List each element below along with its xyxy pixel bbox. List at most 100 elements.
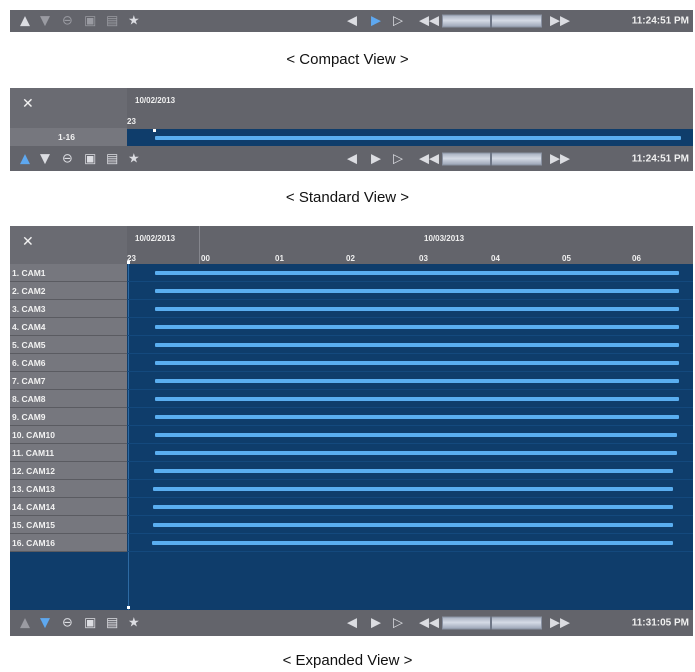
camera-row-track[interactable] (127, 534, 693, 552)
recording-bar[interactable] (155, 136, 681, 140)
recording-bar[interactable] (155, 433, 677, 437)
recording-bar[interactable] (155, 343, 679, 347)
camera-row-track[interactable] (127, 444, 693, 462)
up-arrow-icon[interactable]: ▲ (20, 617, 30, 630)
camera-row-label[interactable]: 7. CAM7 (10, 372, 127, 390)
down-arrow-icon[interactable]: ▼ (40, 617, 50, 630)
camera-row-track[interactable] (127, 426, 693, 444)
camera-row-label[interactable]: 9. CAM9 (10, 408, 127, 426)
star-icon[interactable]: ★ (128, 152, 140, 165)
recording-bar[interactable] (155, 451, 677, 455)
play-icon[interactable]: ▶ (371, 617, 381, 630)
up-arrow-icon[interactable]: ▲ (20, 15, 30, 28)
step-forward-icon[interactable]: ▷ (393, 152, 403, 165)
zoom-out-icon[interactable]: ⊖ (62, 15, 73, 28)
camera-row-label[interactable]: 12. CAM12 (10, 462, 127, 480)
camera-row-label[interactable]: 15. CAM15 (10, 516, 127, 534)
rewind-step-icon[interactable]: ◀ (347, 152, 357, 165)
star-icon[interactable]: ★ (128, 15, 140, 28)
compact-control-bar: ▲ ▼ ⊖ ▣ ▤ ★ ◀ ▶ ▷ ◀◀ ▶▶ 11:24:51 PM (10, 10, 693, 32)
camera-row-track[interactable] (127, 318, 693, 336)
rewind-step-icon[interactable]: ◀ (347, 617, 357, 630)
down-arrow-icon[interactable]: ▼ (40, 15, 50, 28)
rewind-step-icon[interactable]: ◀ (347, 15, 357, 28)
slider-thumb[interactable] (490, 152, 492, 165)
recording-bar[interactable] (155, 397, 679, 401)
expanded-view-caption: < Expanded View > (282, 652, 413, 669)
camera-row-label[interactable]: 13. CAM13 (10, 480, 127, 498)
camera-row-label[interactable]: 2. CAM2 (10, 282, 127, 300)
bookmark-list-icon[interactable]: ▤ (106, 152, 118, 165)
camera-row-label[interactable]: 4. CAM4 (10, 318, 127, 336)
standard-view-caption: < Standard View > (285, 189, 410, 206)
camera-row-track[interactable] (127, 462, 693, 480)
fast-rewind-icon[interactable]: ◀◀ (419, 15, 439, 28)
recording-bar[interactable] (155, 307, 679, 311)
fast-forward-icon[interactable]: ▶▶ (550, 15, 570, 28)
down-arrow-icon[interactable]: ▼ (40, 152, 50, 165)
recording-bar[interactable] (153, 487, 673, 491)
close-icon[interactable]: ✕ (22, 234, 34, 250)
recording-bar[interactable] (155, 325, 679, 329)
recording-bar[interactable] (155, 289, 679, 293)
channel-group-label[interactable]: 1-16 (10, 129, 127, 146)
recording-bar[interactable] (155, 271, 679, 275)
play-icon[interactable]: ▶ (371, 152, 381, 165)
camera-row-track[interactable] (127, 498, 693, 516)
recording-bar[interactable] (155, 361, 679, 365)
playback-speed-slider[interactable] (442, 152, 542, 165)
up-arrow-icon[interactable]: ▲ (20, 152, 30, 165)
camera-row-label[interactable]: 8. CAM8 (10, 390, 127, 408)
bookmark-list-icon[interactable]: ▤ (106, 617, 118, 630)
recording-bar[interactable] (154, 469, 673, 473)
recording-bar[interactable] (155, 415, 679, 419)
calendar-search-icon[interactable]: ▣ (84, 617, 96, 630)
camera-row-track[interactable] (127, 300, 693, 318)
camera-row-label[interactable]: 3. CAM3 (10, 300, 127, 318)
camera-row-label[interactable]: 16. CAM16 (10, 534, 127, 552)
camera-row-track[interactable] (127, 516, 693, 534)
recording-bar[interactable] (155, 379, 679, 383)
camera-row-track[interactable] (127, 336, 693, 354)
calendar-search-icon[interactable]: ▣ (84, 15, 96, 28)
camera-row-track[interactable] (127, 480, 693, 498)
playback-speed-slider[interactable] (442, 14, 542, 28)
playback-speed-slider[interactable] (442, 616, 542, 630)
camera-row-track[interactable] (127, 408, 693, 426)
camera-row-label[interactable]: 11. CAM11 (10, 444, 127, 462)
slider-thumb[interactable] (490, 616, 492, 630)
hour-tick-label: 02 (346, 254, 355, 263)
star-icon[interactable]: ★ (128, 617, 140, 630)
camera-row-label[interactable]: 6. CAM6 (10, 354, 127, 372)
camera-row-track[interactable] (127, 372, 693, 390)
zoom-out-icon[interactable]: ⊖ (62, 617, 73, 630)
camera-row-track[interactable] (127, 390, 693, 408)
bookmark-list-icon[interactable]: ▤ (106, 15, 118, 28)
slider-thumb[interactable] (490, 14, 492, 28)
hour-tick-label: 01 (275, 254, 284, 263)
play-icon[interactable]: ▶ (371, 15, 381, 28)
step-forward-icon[interactable]: ▷ (393, 617, 403, 630)
camera-row-track[interactable] (127, 282, 693, 300)
recording-bar[interactable] (152, 541, 673, 545)
fast-forward-icon[interactable]: ▶▶ (550, 152, 570, 165)
fast-rewind-icon[interactable]: ◀◀ (419, 617, 439, 630)
recording-bar[interactable] (153, 523, 673, 527)
expanded-camera-list: 1. CAM1 2. CAM2 3. CAM3 4. CAM4 5. CAM5 … (10, 261, 693, 610)
recording-bar[interactable] (153, 505, 673, 509)
camera-row-label[interactable]: 10. CAM10 (10, 426, 127, 444)
camera-row-track[interactable] (127, 264, 693, 282)
calendar-search-icon[interactable]: ▣ (84, 152, 96, 165)
expanded-date-right: 10/03/2013 (424, 234, 465, 243)
zoom-out-icon[interactable]: ⊖ (62, 152, 73, 165)
camera-row-label[interactable]: 1. CAM1 (10, 264, 127, 282)
camera-row-track[interactable] (127, 354, 693, 372)
camera-row-label[interactable]: 5. CAM5 (10, 336, 127, 354)
fast-forward-icon[interactable]: ▶▶ (550, 617, 570, 630)
step-forward-icon[interactable]: ▷ (393, 15, 403, 28)
standard-timeline-panel: ✕ 10/02/2013 23 (10, 88, 693, 134)
close-icon[interactable]: ✕ (22, 96, 34, 112)
playhead-marker[interactable] (153, 129, 156, 132)
fast-rewind-icon[interactable]: ◀◀ (419, 152, 439, 165)
camera-row-label[interactable]: 14. CAM14 (10, 498, 127, 516)
